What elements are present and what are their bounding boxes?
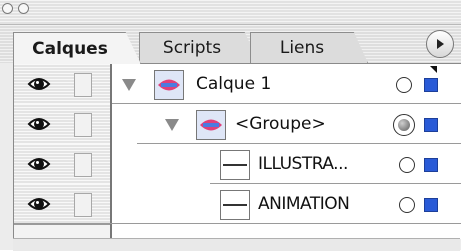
group-thumbnail — [196, 110, 226, 140]
object-thumbnail — [220, 190, 250, 220]
layer-row-illustra[interactable]: ILLUSTRA... — [14, 144, 461, 185]
eye-icon[interactable] — [27, 193, 51, 215]
layer-row-calque-1[interactable]: Calque 1 — [14, 64, 461, 105]
close-icon[interactable] — [2, 3, 13, 14]
target-circle-icon[interactable] — [399, 197, 415, 213]
row-divider — [14, 223, 461, 224]
lock-toggle[interactable] — [74, 153, 92, 177]
current-layer-indicator-icon — [430, 66, 437, 73]
tab-label: Calques — [32, 38, 108, 59]
layer-color-swatch — [424, 198, 438, 212]
layer-row-animation[interactable]: ANIMATION — [14, 184, 461, 225]
layers-panel: Calques Scripts Liens Calque 1 <Groupe> … — [0, 0, 461, 251]
eye-icon[interactable] — [27, 153, 51, 175]
layer-name: <Groupe> — [235, 114, 326, 134]
tab-scripts[interactable]: Scripts — [139, 32, 259, 63]
tab-label: Scripts — [162, 38, 222, 58]
thumbnail-icon — [197, 111, 225, 139]
panel-footer — [13, 238, 460, 251]
expand-triangle-icon[interactable] — [165, 119, 179, 131]
object-thumbnail — [220, 150, 250, 180]
object-icon — [223, 164, 247, 166]
target-fill — [398, 119, 410, 131]
panel-menu-icon — [437, 39, 444, 49]
panel-menu-button[interactable] — [426, 30, 454, 58]
layer-name: Calque 1 — [196, 74, 272, 94]
tab-strip: Calques Scripts Liens — [0, 25, 461, 64]
layer-color-swatch — [424, 118, 438, 132]
layer-thumbnail — [154, 70, 184, 100]
lock-toggle[interactable] — [74, 193, 92, 217]
tab-calques[interactable]: Calques — [13, 32, 141, 64]
lock-toggle[interactable] — [74, 73, 92, 97]
target-circle-icon[interactable] — [396, 77, 412, 93]
eye-icon[interactable] — [27, 113, 51, 135]
eye-icon[interactable] — [27, 73, 51, 95]
layers-list: Calque 1 <Groupe> ILLUSTRA... ANIMATION — [13, 63, 461, 239]
zoom-icon[interactable] — [18, 3, 29, 14]
layer-color-swatch — [424, 158, 438, 172]
lock-toggle[interactable] — [74, 113, 92, 137]
layer-color-swatch — [424, 78, 438, 92]
panel-titlebar — [0, 0, 461, 25]
thumbnail-icon — [155, 71, 183, 99]
object-icon — [223, 204, 247, 206]
expand-triangle-icon[interactable] — [122, 79, 136, 91]
target-circle-icon[interactable] — [399, 157, 415, 173]
layer-name: ANIMATION — [258, 194, 350, 214]
layer-row-groupe[interactable]: <Groupe> — [14, 104, 461, 145]
layer-name: ILLUSTRA... — [258, 154, 348, 174]
tab-label: Liens — [279, 38, 325, 58]
target-filled-icon[interactable] — [393, 114, 415, 136]
tab-liens[interactable]: Liens — [250, 32, 368, 63]
